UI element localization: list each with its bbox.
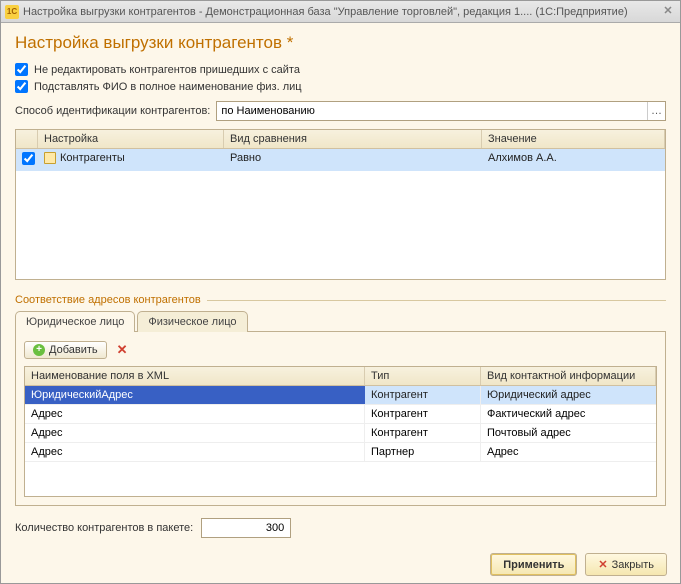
addr-grid-body: ЮридическийАдрес Контрагент Юридический … <box>25 386 656 496</box>
cell-kind: Фактический адрес <box>481 405 656 423</box>
col-value[interactable]: Значение <box>482 130 665 148</box>
tab-pane: + Добавить ✕ Наименование поля в XML Тип… <box>15 331 666 506</box>
table-row[interactable]: Адрес Контрагент Фактический адрес <box>25 405 656 424</box>
choose-button[interactable]: … <box>647 102 665 120</box>
no-edit-checkbox[interactable] <box>15 63 28 76</box>
cell-type: Контрагент <box>365 405 481 423</box>
row-checkbox[interactable] <box>22 152 35 165</box>
cell-name: Адрес <box>25 443 365 461</box>
filter-grid: Настройка Вид сравнения Значение Контраг… <box>15 129 666 280</box>
cell-kind: Адрес <box>481 443 656 461</box>
close-button[interactable]: ✕ Закрыть <box>585 553 667 576</box>
filter-row[interactable]: Контрагенты Равно Алхимов А.А. <box>16 149 665 171</box>
cell-kind: Почтовый адрес <box>481 424 656 442</box>
col-kind[interactable]: Вид контактной информации <box>481 367 656 385</box>
cell-name: Адрес <box>25 424 365 442</box>
ident-label: Способ идентификации контрагентов: <box>15 105 210 117</box>
row-value: Алхимов А.А. <box>482 149 665 171</box>
add-label: Добавить <box>49 344 98 356</box>
folder-icon <box>44 152 56 164</box>
subst-fio-checkbox[interactable] <box>15 80 28 93</box>
ident-input-wrap: … <box>216 101 666 121</box>
col-xml-name[interactable]: Наименование поля в XML <box>25 367 365 385</box>
batch-input[interactable] <box>201 518 291 538</box>
apply-button[interactable]: Применить <box>490 553 577 576</box>
window-title: Настройка выгрузки контрагентов - Демонс… <box>23 6 660 18</box>
plus-icon: + <box>33 344 45 356</box>
close-icon[interactable]: ✕ <box>660 4 676 20</box>
close-x-icon: ✕ <box>598 558 607 571</box>
row-compare: Равно <box>224 149 482 171</box>
delete-button[interactable]: ✕ <box>113 340 132 360</box>
cell-name: Адрес <box>25 405 365 423</box>
addr-grid-header: Наименование поля в XML Тип Вид контактн… <box>25 367 656 386</box>
table-row[interactable]: ЮридическийАдрес Контрагент Юридический … <box>25 386 656 405</box>
close-label: Закрыть <box>612 559 654 571</box>
batch-label: Количество контрагентов в пакете: <box>15 522 193 534</box>
add-button[interactable]: + Добавить <box>24 341 107 359</box>
filter-grid-header: Настройка Вид сравнения Значение <box>16 130 665 149</box>
tab-physical[interactable]: Физическое лицо <box>137 311 247 332</box>
table-row[interactable]: Адрес Контрагент Почтовый адрес <box>25 424 656 443</box>
addr-section-label: Соответствие адресов контрагентов <box>15 294 666 306</box>
footer: Применить ✕ Закрыть <box>490 553 667 576</box>
cell-name: ЮридическийАдрес <box>25 386 365 404</box>
row-setting: Контрагенты <box>60 152 125 164</box>
col-compare[interactable]: Вид сравнения <box>224 130 482 148</box>
col-check[interactable] <box>16 130 38 148</box>
col-type[interactable]: Тип <box>365 367 481 385</box>
addr-section-text: Соответствие адресов контрагентов <box>15 294 201 306</box>
tabs: Юридическое лицо Физическое лицо <box>15 310 666 331</box>
subst-fio-label: Подставлять ФИО в полное наименование фи… <box>34 81 302 93</box>
tab-legal[interactable]: Юридическое лицо <box>15 311 135 332</box>
app-icon: 1C <box>5 5 19 19</box>
col-setting[interactable]: Настройка <box>38 130 224 148</box>
titlebar: 1C Настройка выгрузки контрагентов - Дем… <box>1 1 680 23</box>
address-grid: Наименование поля в XML Тип Вид контактн… <box>24 366 657 497</box>
ident-input[interactable] <box>217 102 647 120</box>
cell-kind: Юридический адрес <box>481 386 656 404</box>
table-row[interactable]: Адрес Партнер Адрес <box>25 443 656 462</box>
apply-label: Применить <box>503 559 564 571</box>
divider <box>207 300 666 301</box>
cell-type: Контрагент <box>365 424 481 442</box>
page-title: Настройка выгрузки контрагентов * <box>15 33 666 53</box>
cell-type: Партнер <box>365 443 481 461</box>
cell-type: Контрагент <box>365 386 481 404</box>
no-edit-label: Не редактировать контрагентов пришедших … <box>34 64 300 76</box>
